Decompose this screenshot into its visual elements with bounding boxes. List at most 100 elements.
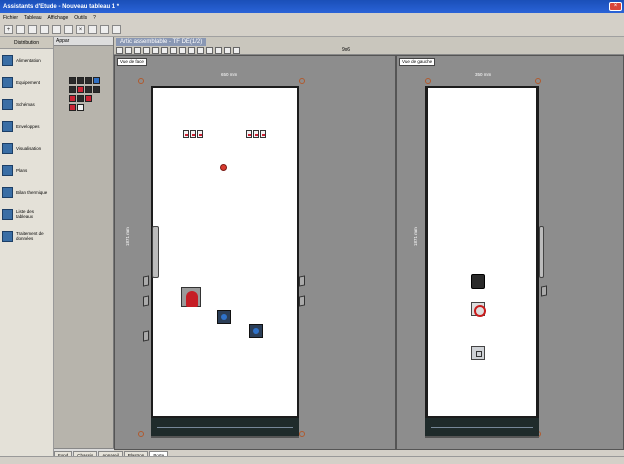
- push-button-red-ring[interactable]: [471, 302, 486, 317]
- zoom-level: 9x6: [342, 47, 351, 53]
- sidebar-item-traitement[interactable]: Traitement de données: [0, 225, 53, 247]
- frame-icon[interactable]: [215, 47, 222, 54]
- sidebar-item-label: Visualisation: [16, 145, 42, 151]
- sidebar-item-equipement[interactable]: Equipement: [0, 71, 53, 93]
- copy-icon[interactable]: [143, 47, 150, 54]
- push-button-blue[interactable]: [249, 324, 263, 338]
- delete-doc-icon[interactable]: [152, 47, 159, 54]
- library-device[interactable]: [77, 95, 84, 102]
- library-device[interactable]: [77, 104, 84, 111]
- isolator-switch[interactable]: [181, 287, 201, 307]
- enveloppes-icon: [2, 120, 13, 132]
- open-doc-icon[interactable]: [116, 47, 123, 54]
- library-device[interactable]: [85, 86, 92, 93]
- sidebar-item-liste-tableaux[interactable]: Liste des tableaux: [0, 203, 53, 225]
- list-icon: [2, 208, 13, 220]
- refresh-icon[interactable]: [161, 47, 168, 54]
- library-tab[interactable]: Appar: [54, 37, 113, 46]
- library-device[interactable]: [93, 77, 100, 84]
- delete-icon[interactable]: ×: [76, 25, 85, 34]
- sidebar-item-enveloppes[interactable]: Enveloppes: [0, 115, 53, 137]
- window-title: Assistants d'Etude - Nouveau tableau 1 *: [3, 3, 120, 10]
- library-device[interactable]: [69, 77, 76, 84]
- hinge: [299, 275, 305, 287]
- library-device[interactable]: [85, 77, 92, 84]
- sidebar-item-label: Liste des tableaux: [16, 209, 35, 219]
- app-window: Assistants d'Etude - Nouveau tableau 1 *…: [0, 0, 624, 464]
- door-handle[interactable]: [152, 226, 159, 278]
- library-device[interactable]: [93, 86, 100, 93]
- sidebar-item-alimentation[interactable]: Alimentation: [0, 49, 53, 71]
- door-handle[interactable]: [539, 226, 544, 278]
- sidebar-item-plans[interactable]: Plans: [0, 159, 53, 181]
- pencil-icon[interactable]: [134, 47, 141, 54]
- indicator-lamp[interactable]: [220, 164, 227, 171]
- corner-marker: [299, 431, 305, 437]
- corner-marker: [299, 78, 305, 84]
- side-view-label: Vue de gauche: [399, 58, 436, 66]
- save-icon[interactable]: [40, 25, 49, 34]
- hinge: [541, 285, 547, 297]
- status-bar: [0, 456, 624, 464]
- menu-tableau[interactable]: Tableau: [24, 15, 42, 21]
- cut-icon[interactable]: [64, 25, 73, 34]
- cabinet-side[interactable]: [425, 86, 539, 418]
- hinge: [299, 295, 305, 307]
- close-window-button[interactable]: ×: [609, 2, 622, 11]
- cabinet-plinth: [151, 418, 299, 438]
- settings-icon[interactable]: [88, 25, 97, 34]
- zoom-icon[interactable]: [125, 47, 132, 54]
- front-view-panel[interactable]: Vue de face 650 mm 1871 mm: [114, 55, 396, 450]
- move-icon[interactable]: [188, 47, 195, 54]
- side-view-panel[interactable]: Vue de gauche 350 mm 1871 mm: [396, 55, 624, 450]
- library-device[interactable]: [69, 86, 76, 93]
- push-button-blue[interactable]: [217, 310, 231, 324]
- push-button-grey[interactable]: [471, 346, 485, 360]
- relay-block[interactable]: [246, 130, 266, 138]
- open-icon[interactable]: [16, 25, 25, 34]
- sidebar-item-visualisation[interactable]: Visualisation: [0, 137, 53, 159]
- level-icon[interactable]: [224, 47, 231, 54]
- hinge: [143, 330, 149, 342]
- pointer-icon[interactable]: [179, 47, 186, 54]
- library-device[interactable]: [69, 95, 76, 102]
- document-bar: Artic assemblable - TF DE(1/2) 9x6: [114, 37, 624, 55]
- thermal-icon: [2, 186, 13, 198]
- menu-affichage[interactable]: Affichage: [48, 15, 69, 21]
- equipement-icon: [2, 76, 13, 88]
- cabinet-plinth: [425, 418, 539, 438]
- help-icon[interactable]: [112, 25, 121, 34]
- push-button-black[interactable]: [471, 274, 485, 289]
- window-icon[interactable]: [100, 25, 109, 34]
- document-title: Artic assemblable - TF DE(1/2): [116, 38, 207, 46]
- sidebar-item-schemas[interactable]: Schémas: [0, 93, 53, 115]
- layout-icon[interactable]: [197, 47, 204, 54]
- new-icon[interactable]: +: [4, 25, 13, 34]
- sidebar-item-bilan-thermique[interactable]: Bilan thermique: [0, 181, 53, 203]
- sidebar-item-label: Enveloppes: [16, 123, 40, 129]
- print-icon[interactable]: [52, 25, 61, 34]
- library-device[interactable]: [69, 104, 76, 111]
- title-bar: Assistants d'Etude - Nouveau tableau 1 *…: [0, 0, 624, 13]
- data-icon: [2, 230, 13, 242]
- library-device[interactable]: [77, 86, 84, 93]
- grid-icon[interactable]: [170, 47, 177, 54]
- library-device[interactable]: [85, 95, 92, 102]
- library-panel: Appar: [54, 37, 114, 460]
- sidebar-item-label: Traitement de données: [16, 231, 44, 241]
- height-dimension: 1871 mm: [413, 227, 418, 246]
- select-icon[interactable]: [233, 47, 240, 54]
- main-toolbar: + ×: [0, 23, 624, 37]
- align-icon[interactable]: [206, 47, 213, 54]
- library-device[interactable]: [77, 77, 84, 84]
- folder-icon[interactable]: [28, 25, 37, 34]
- menu-fichier[interactable]: Fichier: [3, 15, 18, 21]
- cabinet-front[interactable]: [151, 86, 299, 418]
- menu-help[interactable]: ?: [93, 15, 96, 21]
- menu-outils[interactable]: Outils: [74, 15, 87, 21]
- sidebar: Distribution Alimentation Equipement Sch…: [0, 37, 54, 460]
- relay-block[interactable]: [183, 130, 203, 138]
- document-tools: [116, 47, 240, 55]
- sidebar-item-label: Alimentation: [16, 57, 41, 63]
- sidebar-item-label: Schémas: [16, 101, 35, 107]
